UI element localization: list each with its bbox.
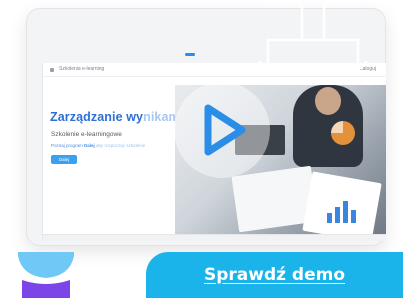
menu-icon [50,68,54,72]
hero-title: Zarządzanie wynikami [50,110,183,124]
pie-chart-sticker [331,121,355,145]
person-head-shape [315,87,341,115]
hero-text-faded: aby rozpocząć szkolenie [94,143,146,148]
hero-subtitle: Szkolenie e-learningowe [51,131,122,138]
hero-text: Poznaj program Dalej aby rozpocząć szkol… [51,143,145,148]
hero-text-bold: Dalej [84,143,95,148]
next-button[interactable]: Dalej [51,155,77,164]
page: Szkolenia e-learning Zaloguj Zarządzanie… [0,0,403,298]
hero-text-main: Poznaj program [51,143,85,148]
decorative-shape [18,252,74,298]
tab-indicator [185,53,195,56]
app-topbar-title: Szkolenia e-learning [59,66,105,72]
bar-chart-sticker [325,197,365,223]
demo-cta-label: Sprawdź demo [203,265,346,285]
play-button[interactable] [174,82,270,178]
screen-bottom-bar [43,234,386,241]
demo-cta-button[interactable]: Sprawdź demo [146,252,403,298]
camera-frame-icon [258,0,368,72]
play-icon [204,104,246,156]
hero-title-main: Zarządzanie wy [50,110,144,124]
